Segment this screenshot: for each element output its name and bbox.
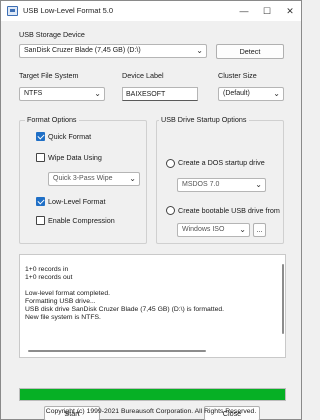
device-label-caption: Device Label [122,71,164,80]
app-usb-icon [7,6,18,16]
copyright-text: Copyright (c) 1999-2021 Bureausoft Corpo… [45,408,257,415]
bootable-usb-radio[interactable] [166,206,175,215]
close-window-button[interactable]: ✕ [279,1,301,21]
cluster-size-select[interactable]: (Default) ⌄ [218,87,284,101]
progress-bar [19,388,286,401]
log-line: 1+0 records in [25,266,69,273]
dos-startup-radio[interactable] [166,159,175,168]
minimize-button[interactable]: — [233,1,255,21]
wipe-method-select[interactable]: Quick 3-Pass Wipe ⌄ [48,172,140,186]
vertical-scrollbar[interactable] [282,264,284,334]
cluster-size-label: Cluster Size [218,71,257,80]
file-system-value: NTFS [24,90,43,97]
dos-version-value: MSDOS 7.0 [182,181,220,188]
enable-compression-label: Enable Compression [48,216,115,225]
target-file-system-label: Target File System [19,71,79,80]
browse-iso-button[interactable]: ... [253,223,266,237]
main-window: USB Low-Level Format 5.0 — ☐ ✕ USB Stora… [0,0,302,420]
window-title: USB Low-Level Format 5.0 [23,6,114,15]
storage-device-select[interactable]: SanDisk Cruzer Blade (7,45 GB) (D:\) ⌄ [19,44,207,58]
dos-startup-label: Create a DOS startup drive [178,158,265,167]
log-line: USB disk drive SanDisk Cruzer Blade (7,4… [25,306,225,313]
log-output[interactable]: 1+0 records in 1+0 records out Low-level… [19,254,286,358]
dos-version-select[interactable]: MSDOS 7.0 ⌄ [177,178,266,192]
progress-fill [20,389,285,400]
format-options-title: Format Options [25,115,79,124]
device-label-field[interactable] [122,87,198,101]
quick-format-label: Quick Format [48,132,92,141]
quick-format-checkbox[interactable] [36,132,45,141]
detect-button[interactable]: Detect [216,44,284,59]
bootable-usb-label: Create bootable USB drive from [178,206,280,215]
log-line: Low-level format completed. [25,290,110,297]
log-line: New file system is NTFS. [25,314,101,321]
iso-type-select[interactable]: Windows ISO ⌄ [177,223,250,237]
chevron-down-icon: ⌄ [255,180,262,189]
chevron-down-icon: ⌄ [94,89,101,98]
storage-device-value: SanDisk Cruzer Blade (7,45 GB) (D:\) [24,47,141,54]
enable-compression-checkbox[interactable] [36,216,45,225]
title-bar: USB Low-Level Format 5.0 — ☐ ✕ [1,1,301,21]
chevron-down-icon: ⌄ [196,46,203,55]
iso-type-value: Windows ISO [182,226,225,233]
wipe-data-label: Wipe Data Using [48,153,102,162]
cluster-size-value: (Default) [223,90,250,97]
storage-device-label: USB Storage Device [19,30,85,39]
wipe-method-value: Quick 3-Pass Wipe [53,175,113,182]
file-system-select[interactable]: NTFS ⌄ [19,87,105,101]
horizontal-scrollbar[interactable] [28,350,206,352]
maximize-button[interactable]: ☐ [256,1,278,21]
device-label-input[interactable] [123,88,197,100]
low-level-format-checkbox[interactable] [36,197,45,206]
startup-options-title: USB Drive Startup Options [159,115,249,124]
chevron-down-icon: ⌄ [273,89,280,98]
low-level-format-label: Low-Level Format [48,197,106,206]
log-line: 1+0 records out [25,274,73,281]
chevron-down-icon: ⌄ [239,225,246,234]
wipe-data-checkbox[interactable] [36,153,45,162]
log-line: Formatting USB drive... [25,298,96,305]
chevron-down-icon: ⌄ [129,174,136,183]
